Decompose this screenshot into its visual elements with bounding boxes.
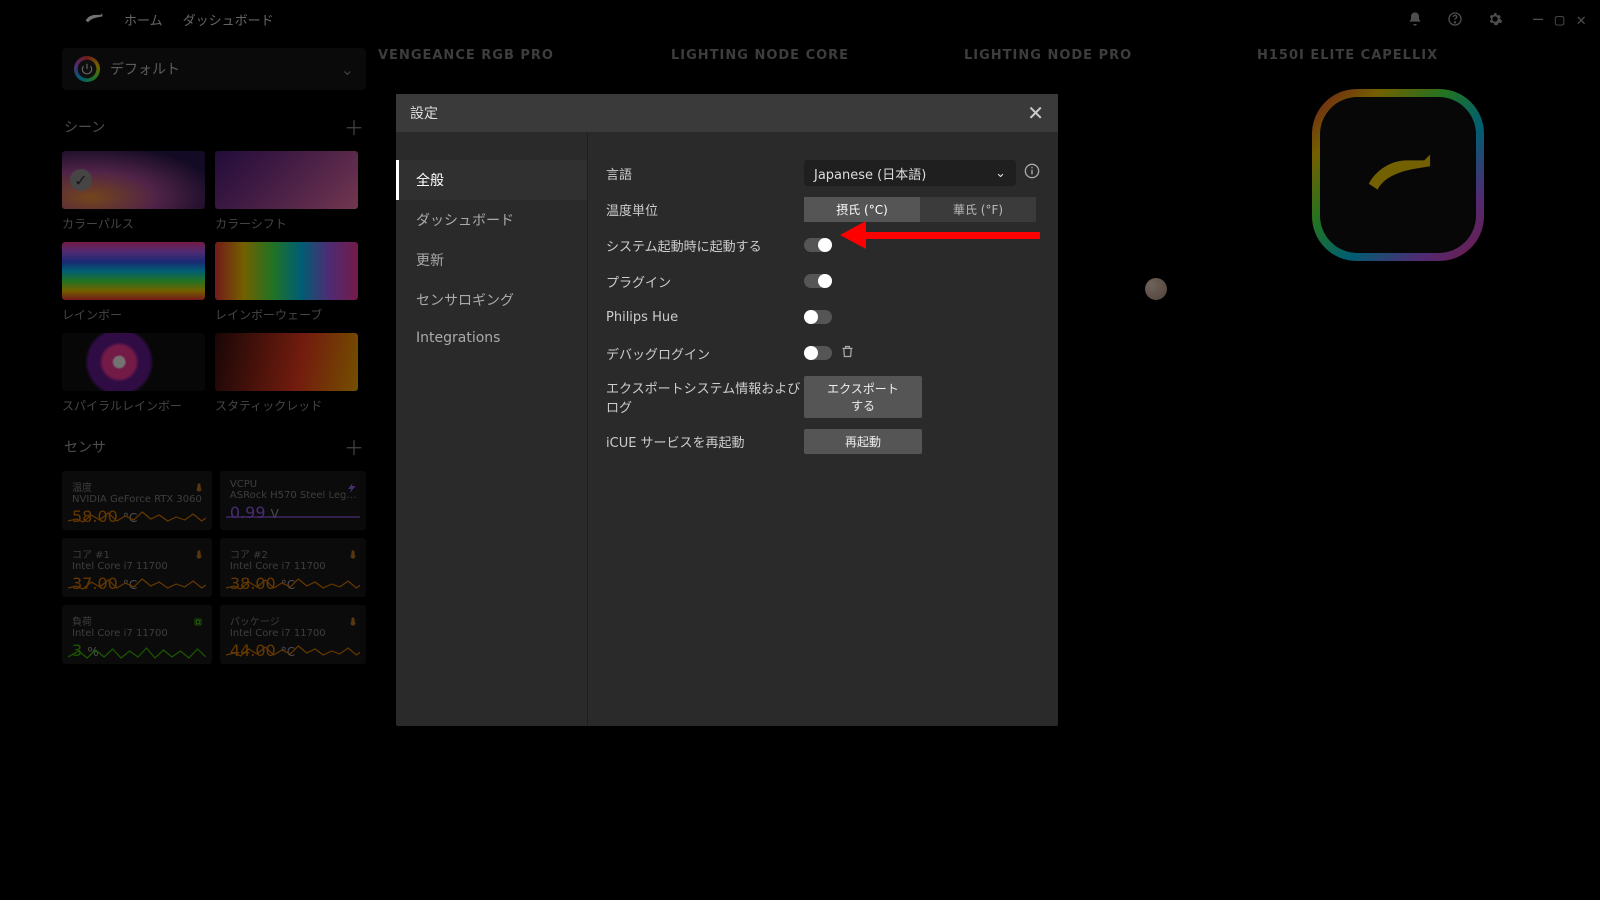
label-temp-unit: 温度単位: [606, 200, 804, 219]
close-icon[interactable]: ✕: [1027, 101, 1044, 125]
info-icon[interactable]: [1024, 163, 1040, 183]
temp-fahrenheit-button[interactable]: 華氏 (°F): [920, 197, 1036, 222]
label-plugin: プラグイン: [606, 272, 804, 291]
trash-icon[interactable]: [840, 344, 855, 363]
label-language: 言語: [606, 164, 804, 183]
label-export: エクスポートシステム情報およびログ: [606, 378, 804, 416]
modal-form: 言語 Japanese (日本語) ⌄ 温度単位: [588, 132, 1058, 726]
modal-title: 設定: [410, 103, 438, 123]
app-root: ホーム ダッシュボード ─ ▢ ✕ デフォルト ⌄ シーン ＋: [0, 0, 1600, 900]
hue-toggle[interactable]: [804, 310, 832, 324]
language-select[interactable]: Japanese (日本語) ⌄: [804, 160, 1016, 186]
settings-modal: 設定 ✕ 全般 ダッシュボード 更新 センサロギング Integrations …: [396, 94, 1058, 726]
export-button[interactable]: エクスポートする: [804, 376, 922, 418]
label-debug: デバッグログイン: [606, 344, 804, 363]
plugin-toggle[interactable]: [804, 274, 832, 288]
tab-sensorlog[interactable]: センサロギング: [396, 280, 587, 320]
tab-dashboard[interactable]: ダッシュボード: [396, 200, 587, 240]
temp-celsius-button[interactable]: 摂氏 (°C): [804, 197, 920, 222]
modal-nav: 全般 ダッシュボード 更新 センサロギング Integrations: [396, 132, 588, 726]
label-startup: システム起動時に起動する: [606, 236, 804, 255]
tab-update[interactable]: 更新: [396, 240, 587, 280]
label-hue: Philips Hue: [606, 310, 804, 325]
chevron-down-icon: ⌄: [995, 166, 1006, 181]
temp-unit-segment: 摂氏 (°C) 華氏 (°F): [804, 197, 1036, 222]
restart-button[interactable]: 再起動: [804, 429, 922, 454]
modal-header: 設定 ✕: [396, 94, 1058, 132]
startup-toggle[interactable]: [804, 238, 832, 252]
tab-integrations[interactable]: Integrations: [396, 320, 587, 356]
label-restart: iCUE サービスを再起動: [606, 432, 804, 451]
tab-general[interactable]: 全般: [396, 160, 587, 200]
debug-toggle[interactable]: [804, 346, 832, 360]
